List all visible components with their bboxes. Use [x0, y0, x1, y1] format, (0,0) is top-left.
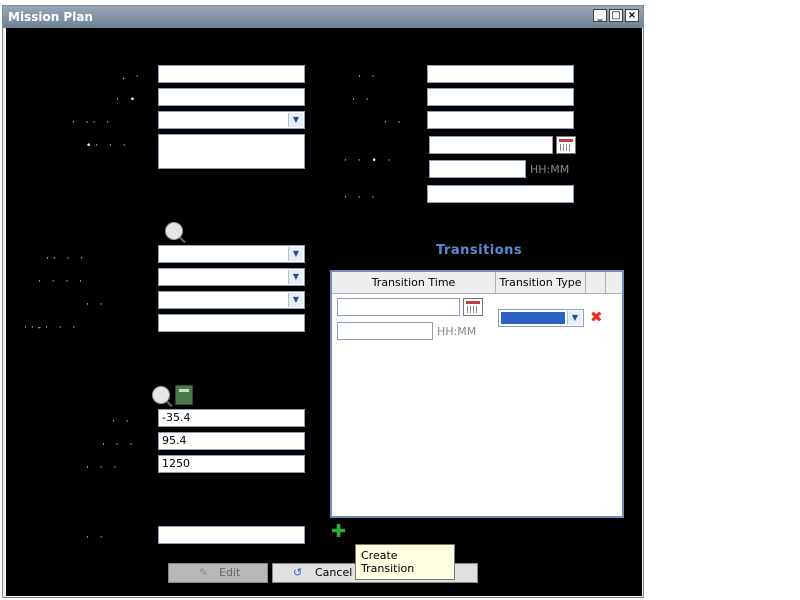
label-placeholder: · · · — [344, 193, 379, 203]
search-icon[interactable] — [152, 386, 170, 404]
transition-type-select[interactable]: ▼ — [498, 309, 584, 327]
middle-select-1[interactable]: ▼ — [158, 245, 305, 263]
chevron-down-icon[interactable]: ▼ — [288, 293, 303, 307]
label-placeholder: ··-· · · — [24, 323, 80, 333]
left-textarea[interactable] — [158, 134, 305, 169]
search-icon[interactable] — [165, 222, 183, 240]
label-placeholder: · · — [358, 72, 379, 82]
time-format-hint: HH:MM — [530, 163, 570, 176]
label-placeholder: · · — [86, 300, 107, 310]
window-title: Mission Plan — [8, 10, 93, 24]
calendar-icon[interactable] — [556, 136, 576, 154]
label-placeholder: · · · — [102, 440, 137, 450]
middle-select-3[interactable]: ▼ — [158, 291, 305, 309]
label-placeholder: · • — [116, 95, 140, 105]
label-placeholder: •· · · — [86, 141, 130, 151]
left-field-1[interactable] — [158, 65, 305, 83]
table-header: Transition Time Transition Type — [332, 272, 622, 294]
pencil-icon: ✎ — [199, 566, 209, 579]
transition-time-field[interactable] — [337, 322, 433, 340]
close-button[interactable]: × — [625, 9, 639, 22]
chevron-down-icon[interactable]: ▼ — [288, 270, 303, 284]
time-format-hint: HH:MM — [437, 325, 477, 338]
transition-date-field[interactable] — [337, 298, 460, 316]
column-header-empty — [586, 272, 606, 293]
chevron-down-icon[interactable]: ▼ — [288, 247, 303, 261]
right-field-2[interactable] — [427, 88, 574, 106]
bottom-field[interactable] — [158, 526, 305, 544]
title-bar[interactable]: Mission Plan _ □ × — [3, 6, 643, 28]
transitions-heading: Transitions — [436, 243, 523, 258]
column-header-transition-time[interactable]: Transition Time — [332, 272, 496, 293]
chevron-down-icon[interactable]: ▼ — [288, 113, 303, 127]
label-placeholder: · ·· · — [72, 118, 114, 128]
middle-text-field[interactable] — [158, 314, 305, 332]
label-placeholder: · · · · — [38, 277, 87, 287]
left-select-1[interactable]: ▼ — [158, 111, 305, 129]
label-placeholder: . · — [122, 72, 143, 82]
label-placeholder: · · — [384, 118, 405, 128]
edit-button-label: Edit — [219, 566, 241, 579]
label-placeholder: · · — [352, 95, 373, 105]
label-placeholder: ·· · · — [46, 254, 88, 264]
cancel-button-label: Cancel — [315, 566, 353, 579]
right-field-1[interactable] — [427, 65, 574, 83]
transitions-table: Transition Time Transition Type HH:MM ▼ … — [330, 270, 624, 518]
add-icon[interactable]: ✚ — [331, 523, 346, 541]
minimize-button[interactable]: _ — [593, 9, 607, 22]
delete-icon[interactable]: ✖ — [590, 308, 603, 326]
label-placeholder: · · · — [86, 463, 121, 473]
chevron-down-icon[interactable]: ▼ — [567, 311, 582, 325]
label-placeholder: · · — [112, 417, 133, 427]
time-field[interactable] — [429, 160, 526, 178]
calculator-icon[interactable] — [175, 385, 193, 405]
selected-option — [501, 312, 565, 324]
right-field-3[interactable] — [427, 111, 574, 129]
altitude-field[interactable]: 1250 — [158, 455, 305, 473]
longitude-field[interactable]: 95.4 — [158, 432, 305, 450]
left-field-2[interactable] — [158, 88, 305, 106]
label-placeholder: · · — [86, 533, 107, 543]
calendar-icon[interactable] — [463, 298, 483, 316]
column-header-transition-type[interactable]: Transition Type — [496, 272, 586, 293]
edit-button[interactable]: ✎ Edit — [168, 563, 268, 583]
date-field[interactable] — [429, 136, 553, 154]
label-placeholder: · · • · — [344, 156, 395, 166]
latitude-field[interactable]: -35.4 — [158, 409, 305, 427]
maximize-button[interactable]: □ — [609, 9, 623, 22]
undo-icon: ↺ — [293, 566, 303, 579]
middle-select-2[interactable]: ▼ — [158, 268, 305, 286]
right-field-6[interactable] — [427, 185, 574, 203]
create-transition-tooltip: Create Transition — [355, 544, 455, 580]
